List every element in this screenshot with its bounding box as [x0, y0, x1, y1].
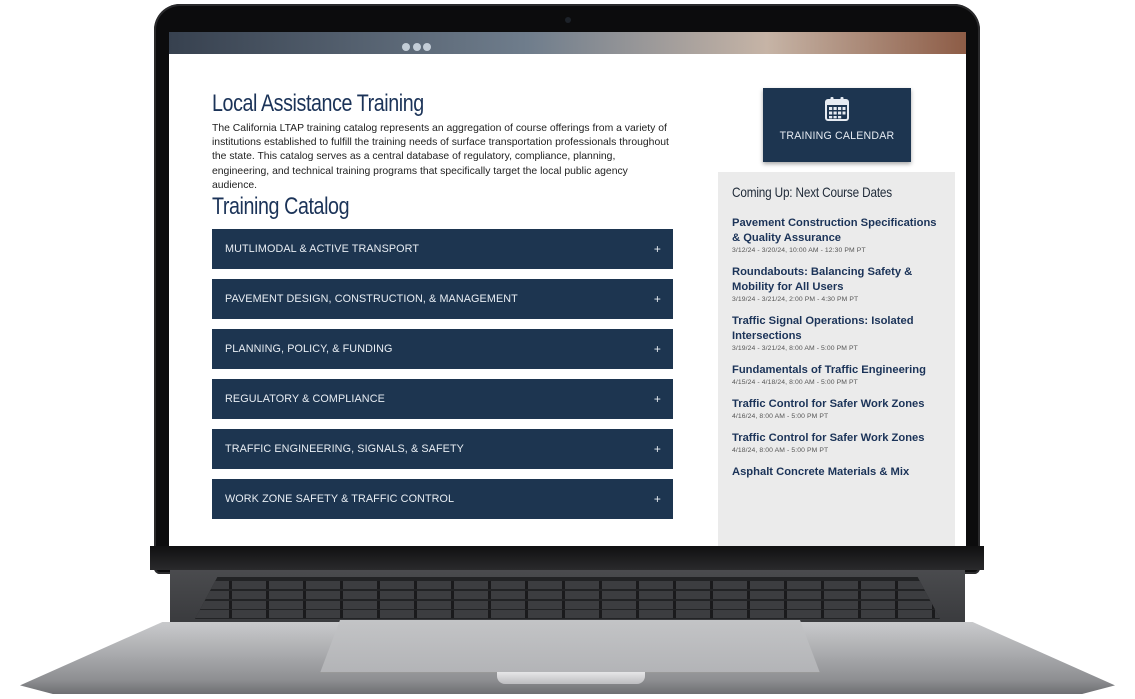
course-date: 4/16/24, 8:00 AM - 5:00 PM PT [732, 413, 829, 420]
accordion-item-label: PAVEMENT DESIGN, CONSTRUCTION, & MANAGEM… [225, 293, 518, 306]
course-link[interactable]: Traffic Control for Safer Work Zones [732, 397, 941, 412]
accordion-item-planning[interactable]: PLANNING, POLICY, & FUNDING + [212, 329, 673, 370]
course-link[interactable]: Traffic Signal Operations: Isolated Inte… [732, 314, 941, 344]
expand-plus-icon[interactable]: + [654, 342, 661, 356]
accordion-item-pavement[interactable]: PAVEMENT DESIGN, CONSTRUCTION, & MANAGEM… [212, 279, 673, 320]
keyboard [195, 577, 940, 619]
trackpad [320, 620, 820, 673]
hero-banner-image [169, 32, 966, 54]
course-date: 4/18/24, 8:00 AM - 5:00 PM PT [732, 447, 829, 454]
course-item: Traffic Control for Safer Work Zones 4/1… [732, 397, 941, 420]
lid-opening-notch [497, 672, 645, 684]
course-link[interactable]: Asphalt Concrete Materials & Mix [732, 465, 941, 480]
course-date: 4/15/24 - 4/18/24, 8:00 AM - 5:00 PM PT [732, 379, 858, 386]
catalog-accordion: MUTLIMODAL & ACTIVE TRANSPORT + PAVEMENT… [212, 229, 673, 520]
catalog-title: Training Catalog [212, 193, 350, 221]
expand-plus-icon[interactable]: + [654, 292, 661, 306]
main-content: Local Assistance Training The California… [212, 90, 673, 529]
course-item: Traffic Signal Operations: Isolated Inte… [732, 314, 941, 352]
expand-plus-icon[interactable]: + [654, 442, 661, 456]
training-calendar-label: TRAINING CALENDAR [779, 130, 895, 142]
page-title: Local Assistance Training [212, 90, 424, 117]
webcam-icon [565, 17, 571, 23]
accordion-item-label: MUTLIMODAL & ACTIVE TRANSPORT [225, 243, 420, 256]
accordion-item-label: REGULATORY & COMPLIANCE [225, 393, 385, 406]
accordion-item-traffic-engineering[interactable]: TRAFFIC ENGINEERING, SIGNALS, & SAFETY + [212, 429, 673, 470]
sidebar-heading: Coming Up: Next Course Dates [732, 184, 893, 200]
course-date: 3/19/24 - 3/21/24, 2:00 PM - 4:30 PM PT [732, 296, 859, 303]
accordion-item-multimodal[interactable]: MUTLIMODAL & ACTIVE TRANSPORT + [212, 229, 673, 270]
calendar-icon [825, 97, 849, 121]
course-item: Fundamentals of Traffic Engineering 4/15… [732, 363, 941, 386]
course-date: 3/19/24 - 3/21/24, 8:00 AM - 5:00 PM PT [732, 345, 858, 352]
course-link[interactable]: Roundabouts: Balancing Safety & Mobility… [732, 265, 941, 295]
accordion-item-label: WORK ZONE SAFETY & TRAFFIC CONTROL [225, 493, 455, 506]
course-link[interactable]: Traffic Control for Safer Work Zones [732, 431, 941, 446]
upcoming-courses-sidebar: Coming Up: Next Course Dates Pavement Co… [718, 172, 955, 546]
expand-plus-icon[interactable]: + [654, 492, 661, 506]
expand-plus-icon[interactable]: + [654, 242, 661, 256]
course-date: 3/12/24 - 3/20/24, 10:00 AM - 12:30 PM P… [732, 247, 866, 254]
accordion-item-label: TRAFFIC ENGINEERING, SIGNALS, & SAFETY [225, 443, 464, 456]
course-link[interactable]: Fundamentals of Traffic Engineering [732, 363, 941, 378]
course-item: Pavement Construction Specifications & Q… [732, 216, 941, 254]
intro-paragraph: The California LTAP training catalog rep… [212, 123, 669, 191]
accordion-item-work-zone[interactable]: WORK ZONE SAFETY & TRAFFIC CONTROL + [212, 479, 673, 520]
course-item: Roundabouts: Balancing Safety & Mobility… [732, 265, 941, 303]
course-item: Asphalt Concrete Materials & Mix [732, 465, 941, 480]
accordion-item-label: PLANNING, POLICY, & FUNDING [225, 343, 393, 356]
course-item: Traffic Control for Safer Work Zones 4/1… [732, 431, 941, 454]
accordion-item-regulatory[interactable]: REGULATORY & COMPLIANCE + [212, 379, 673, 420]
laptop-hinge [150, 546, 984, 570]
expand-plus-icon[interactable]: + [654, 392, 661, 406]
laptop-screen: Local Assistance Training The California… [169, 32, 966, 546]
training-calendar-button[interactable]: TRAINING CALENDAR [763, 88, 911, 162]
course-link[interactable]: Pavement Construction Specifications & Q… [732, 216, 941, 246]
